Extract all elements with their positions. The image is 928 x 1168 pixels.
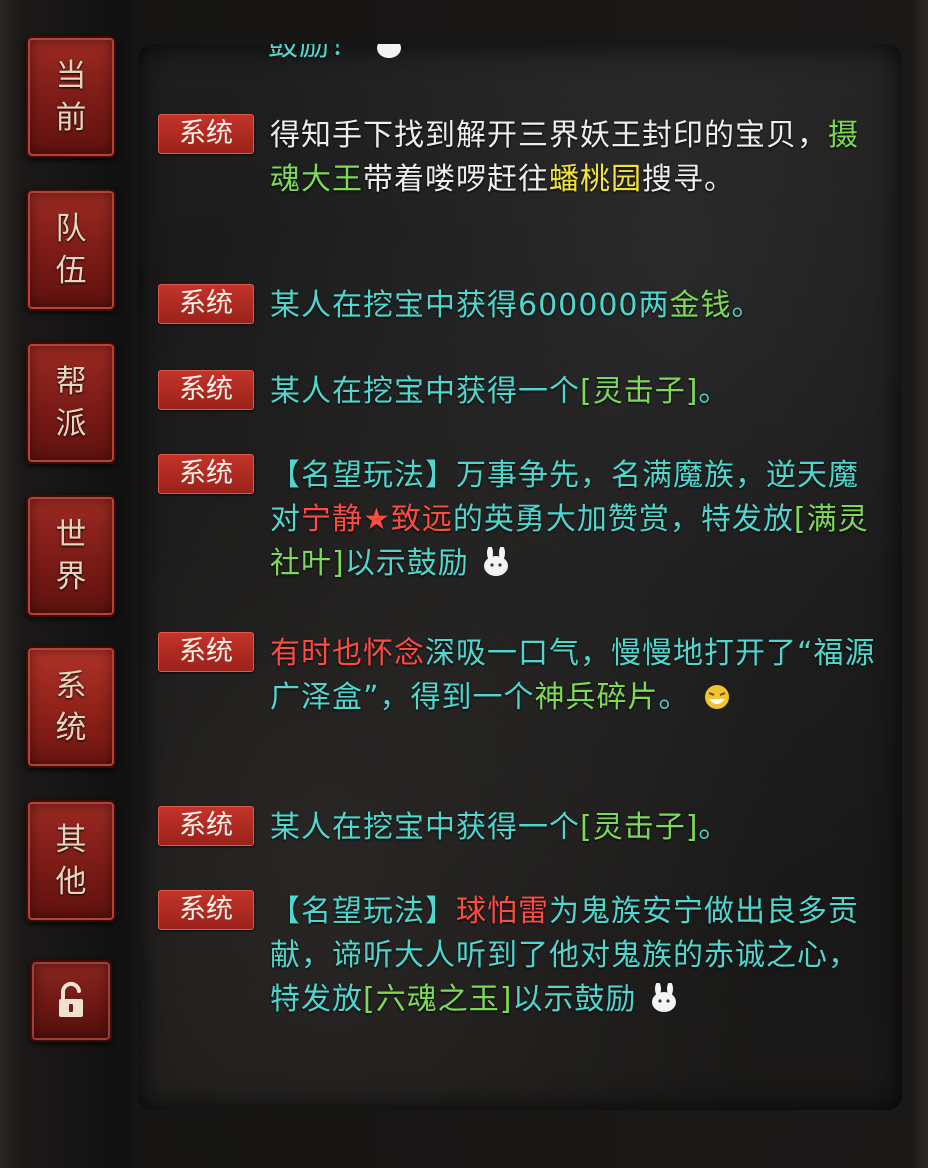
chat-message: 系统 某人在挖宝中获得一个[灵击子]。 <box>158 806 888 850</box>
message-text: 某人在挖宝中获得一个[灵击子]。 <box>270 810 730 845</box>
tab-team[interactable]: 队 伍 <box>26 189 116 311</box>
item-link[interactable]: [六魂之玉] <box>363 982 512 1017</box>
tab-guild[interactable]: 帮 派 <box>26 342 116 464</box>
player-name-link[interactable]: 宁静★致远 <box>301 502 453 537</box>
tab-label: 他 <box>55 864 87 900</box>
message-text: 【名望玩法】球怕雷为鬼族安宁做出良多贡献，谛听大人听到了他对鬼族的赤诚之心，特发… <box>270 894 859 1017</box>
system-badge: 系统 <box>158 806 254 846</box>
item-link[interactable]: [灵击子] <box>580 810 698 845</box>
chat-message: 系统 有时也怀念深吸一口气，慢慢地打开了“福源广泽盒”，得到一个神兵碎片。 <box>158 632 888 720</box>
tab-label: 其 <box>55 822 87 858</box>
message-text: 某人在挖宝中获得一个[灵击子]。 <box>270 374 730 409</box>
system-badge: 系统 <box>158 114 254 154</box>
tab-current[interactable]: 当 前 <box>26 36 116 158</box>
item-link[interactable]: [灵击子] <box>580 374 698 409</box>
tab-label: 统 <box>55 710 87 746</box>
tab-label: 队 <box>55 211 87 247</box>
chat-message-panel[interactable]: 鼓励！ 系统 得知手下找到解开三界妖王封印的宝贝，摄魂大王带着喽啰赶往蟠桃园搜寻… <box>138 44 902 1110</box>
message-text: 有时也怀念深吸一口气，慢慢地打开了“福源广泽盒”，得到一个神兵碎片。 <box>270 636 876 715</box>
laughing-emoji-icon <box>705 685 730 709</box>
player-name-link[interactable]: 球怕雷 <box>456 894 549 929</box>
tab-label: 前 <box>55 100 87 136</box>
chat-message: 系统 【名望玩法】万事争先，名满魔族，逆天魔对宁静★致远的英勇大加赞赏，特发放[… <box>158 454 888 586</box>
tab-system[interactable]: 系 统 <box>26 646 116 768</box>
tab-label: 界 <box>55 559 87 595</box>
rabbit-emoji-icon <box>651 983 676 1012</box>
item-link[interactable]: 神兵碎片 <box>535 680 659 715</box>
message-text: 得知手下找到解开三界妖王封印的宝贝，摄魂大王带着喽啰赶往蟠桃园搜寻。 <box>270 118 859 197</box>
chat-message: 系统 得知手下找到解开三界妖王封印的宝贝，摄魂大王带着喽啰赶往蟠桃园搜寻。 <box>158 114 888 202</box>
player-name-link[interactable]: 有时也怀念 <box>270 636 425 671</box>
tab-label: 世 <box>55 517 87 553</box>
system-badge: 系统 <box>158 370 254 410</box>
tab-world[interactable]: 世 界 <box>26 495 116 617</box>
tab-label: 系 <box>55 668 87 704</box>
system-badge: 系统 <box>158 454 254 494</box>
lock-toggle-button[interactable] <box>30 960 112 1042</box>
tab-label: 派 <box>55 406 87 442</box>
message-text: 【名望玩法】万事争先，名满魔族，逆天魔对宁静★致远的英勇大加赞赏，特发放[满灵社… <box>270 458 869 581</box>
rabbit-emoji-icon <box>376 44 401 58</box>
tab-other[interactable]: 其 他 <box>26 800 116 922</box>
tab-label: 伍 <box>55 253 87 289</box>
rabbit-emoji-icon <box>484 547 509 576</box>
system-badge: 系统 <box>158 284 254 324</box>
message-text: 某人在挖宝中获得600000两金钱。 <box>270 288 763 323</box>
unlock-icon <box>59 981 83 1017</box>
chat-message: 系统 某人在挖宝中获得600000两金钱。 <box>158 284 888 328</box>
system-badge: 系统 <box>158 890 254 930</box>
message-fragment: 鼓励！ <box>268 44 406 68</box>
tab-label: 帮 <box>55 364 87 400</box>
chat-message: 系统 【名望玩法】球怕雷为鬼族安宁做出良多贡献，谛听大人听到了他对鬼族的赤诚之心… <box>158 890 888 1022</box>
chat-message: 系统 某人在挖宝中获得一个[灵击子]。 <box>158 370 888 414</box>
system-badge: 系统 <box>158 632 254 672</box>
tab-label: 当 <box>55 58 87 94</box>
